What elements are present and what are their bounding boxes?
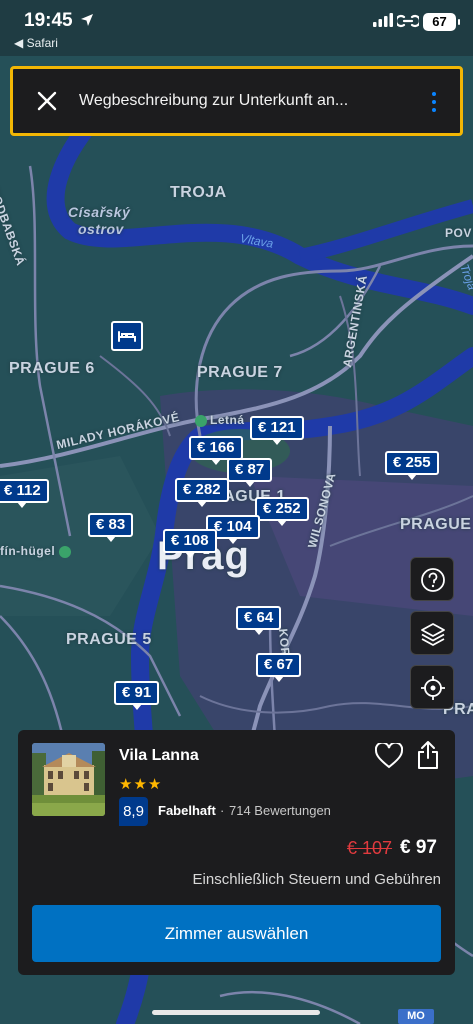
map-label-prague7: PRAGUE 7 [197, 364, 283, 381]
price-pin[interactable]: € 64 [236, 606, 282, 635]
map-label-fin-hugel: fín-hügel [0, 544, 72, 558]
layers-icon [421, 623, 445, 646]
crosshair-icon [421, 676, 445, 700]
tax-note: Einschließlich Steuern und Gebühren [192, 871, 441, 888]
selected-hotel-pin[interactable] [111, 321, 143, 351]
map-label-troja: TROJA [170, 184, 227, 201]
cellular-signal-icon [373, 13, 393, 27]
price-pin[interactable]: € 252 [255, 497, 309, 526]
review-score-word: Fabelhaft [158, 803, 216, 818]
help-icon [421, 568, 445, 592]
park-tree-icon [195, 414, 207, 427]
price-pin[interactable]: € 91 [114, 681, 160, 710]
hotel-card[interactable]: Vila Lanna ★★★ 8,9 Fabelhaft · 714 Bewer… [18, 730, 455, 975]
map-label-prague6: PRAGUE 6 [9, 360, 95, 377]
price-pin[interactable]: € 112 [0, 479, 49, 508]
heart-icon[interactable] [375, 743, 403, 769]
price-pin[interactable]: € 166 [189, 436, 243, 465]
hotel-photo-image [32, 743, 105, 816]
hotel-name[interactable]: Vila Lanna [119, 747, 199, 765]
price-pin[interactable]: € 121 [250, 416, 304, 445]
price-pin[interactable]: € 87 [227, 458, 273, 487]
map-label-ostrov: ostrov [78, 221, 124, 237]
star-rating: ★★★ [119, 776, 163, 793]
price-pin[interactable]: € 67 [256, 653, 302, 682]
price-pin[interactable]: € 282 [175, 478, 229, 507]
bed-icon [118, 331, 136, 342]
status-time: 19:45 [24, 10, 73, 31]
park-tree-icon [59, 545, 72, 558]
map-label-prague3: PRAGUE 3 [400, 516, 473, 533]
home-indicator[interactable] [152, 1010, 320, 1015]
share-icon[interactable] [417, 740, 439, 770]
original-price: € 107 [347, 838, 393, 858]
discounted-price: € 97 [400, 837, 437, 858]
review-separator: · [220, 803, 225, 818]
directions-banner: Wegbeschreibung zur Unterkunft an... [10, 66, 463, 136]
status-bar: 19:45 ◀ Safari 67 [0, 0, 473, 56]
directions-banner-text[interactable]: Wegbeschreibung zur Unterkunft an... [79, 92, 348, 110]
more-options-icon[interactable] [430, 90, 438, 114]
hotspot-link-icon [397, 14, 419, 28]
price-pin[interactable]: € 108 [163, 529, 217, 558]
map-label-letna: Letná [195, 413, 245, 427]
review-score-badge: 8,9 [119, 797, 148, 826]
map-label-mo: MO [398, 1009, 434, 1024]
locate-me-button[interactable] [410, 665, 454, 709]
help-button[interactable] [410, 557, 454, 601]
battery-indicator: 67 [423, 13, 460, 31]
review-count: 714 Bewertungen [229, 803, 331, 818]
select-room-button[interactable]: Zimmer auswählen [32, 905, 441, 962]
map-layers-button[interactable] [410, 611, 454, 655]
map-label-prague5: PRAGUE 5 [66, 631, 152, 648]
hotel-photo[interactable] [32, 743, 105, 816]
back-to-safari-link[interactable]: ◀ Safari [14, 36, 58, 50]
map-label-cisarsky: Císařský [68, 204, 131, 220]
close-icon[interactable] [35, 89, 59, 113]
location-arrow-icon [81, 14, 93, 26]
map-label-pov: POV [445, 226, 472, 240]
price-pin[interactable]: € 83 [88, 513, 134, 542]
price-pin[interactable]: € 255 [385, 451, 439, 480]
